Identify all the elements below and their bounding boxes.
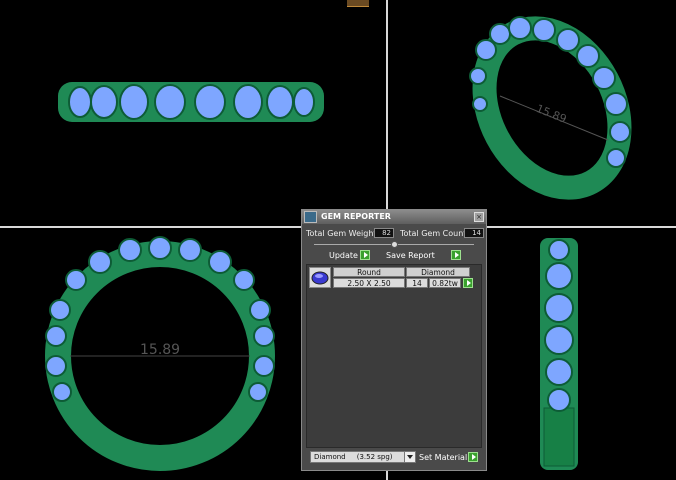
material-select[interactable]: Diamond (3.52 spg) xyxy=(310,451,416,463)
update-button[interactable]: Update xyxy=(329,251,358,260)
panel-titlebar[interactable]: GEM REPORTER × xyxy=(302,210,486,224)
viewport-top-right[interactable]: 15.89 xyxy=(388,0,676,226)
shape-header: Round xyxy=(333,267,405,277)
gem-count: 14 xyxy=(406,278,428,288)
set-material-go-icon[interactable] xyxy=(468,452,478,462)
totals-row: Total Gem Weight 82 Total Gem Count 14 xyxy=(306,228,484,240)
ring-side-view xyxy=(58,82,324,122)
gem-row-item[interactable]: Round Diamond 2.50 X 2.50 14 0.82tw xyxy=(309,267,477,289)
total-gem-weight-value: 82 xyxy=(374,228,394,238)
material-header: Diamond xyxy=(406,267,470,277)
viewport-top-left[interactable] xyxy=(0,0,386,226)
total-gem-count-label: Total Gem Count xyxy=(400,229,467,238)
gem-reporter-panel: GEM REPORTER × Total Gem Weight 82 Total… xyxy=(301,209,487,471)
gem-list: Round Diamond 2.50 X 2.50 14 0.82tw xyxy=(306,264,482,448)
measure-label: 15.89 xyxy=(140,342,180,358)
measure-label: 15.89 xyxy=(534,102,568,126)
gem-row-go-icon[interactable] xyxy=(463,278,473,288)
gem-weight: 0.82tw xyxy=(429,278,461,288)
material-row: Diamond (3.52 spg) Set Material xyxy=(306,451,482,465)
logo-icon xyxy=(347,0,369,7)
set-material-button[interactable]: Set Material xyxy=(419,453,467,462)
save-report-button[interactable]: Save Report xyxy=(386,251,435,260)
material-select-value: Diamond (3.52 spg) xyxy=(314,453,393,461)
chevron-down-icon[interactable] xyxy=(404,452,415,462)
close-icon[interactable]: × xyxy=(474,212,484,222)
total-gem-weight-label: Total Gem Weight xyxy=(306,229,377,238)
save-report-go-icon[interactable] xyxy=(451,250,461,260)
total-gem-count-value: 14 xyxy=(464,228,484,238)
gem-size: 2.50 X 2.50 xyxy=(333,278,405,288)
ring-shank xyxy=(543,407,575,467)
panel-title: GEM REPORTER xyxy=(321,212,391,221)
gem-thumbnail-icon xyxy=(309,267,331,288)
update-go-icon[interactable] xyxy=(360,250,370,260)
gem-reporter-icon xyxy=(304,211,317,223)
size-slider-handle[interactable] xyxy=(391,241,398,248)
ring-perspective-view: 15.89 xyxy=(469,16,632,200)
